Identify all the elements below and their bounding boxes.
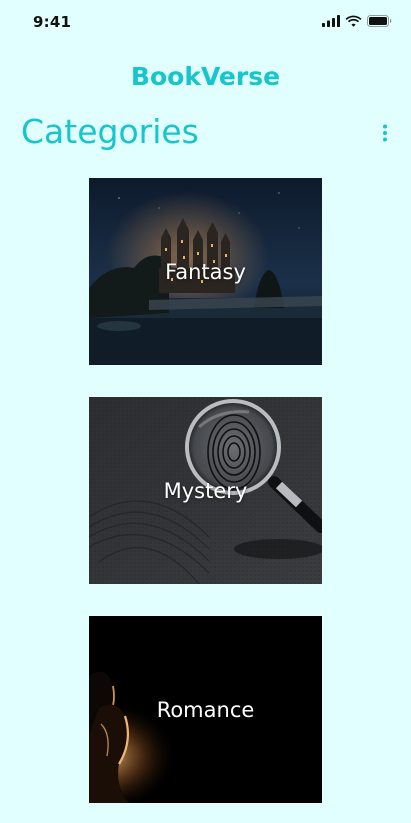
- page-title: Categories: [21, 112, 199, 151]
- status-time: 9:41: [33, 13, 72, 31]
- category-card-romance[interactable]: Romance: [89, 616, 322, 803]
- more-options-button[interactable]: [376, 122, 394, 144]
- app-title: BookVerse: [130, 62, 281, 91]
- status-icons: [322, 15, 392, 27]
- wifi-icon: [345, 15, 362, 27]
- category-card-fantasy[interactable]: Fantasy: [89, 178, 322, 365]
- more-vertical-icon: [383, 124, 387, 142]
- battery-icon: [367, 15, 392, 27]
- category-label: Fantasy: [165, 259, 246, 284]
- cellular-signal-icon: [322, 15, 340, 27]
- status-bar: 9:41: [0, 0, 411, 44]
- category-label: Romance: [156, 697, 255, 722]
- category-label: Mystery: [163, 478, 248, 503]
- category-card-mystery[interactable]: Mystery: [89, 397, 322, 584]
